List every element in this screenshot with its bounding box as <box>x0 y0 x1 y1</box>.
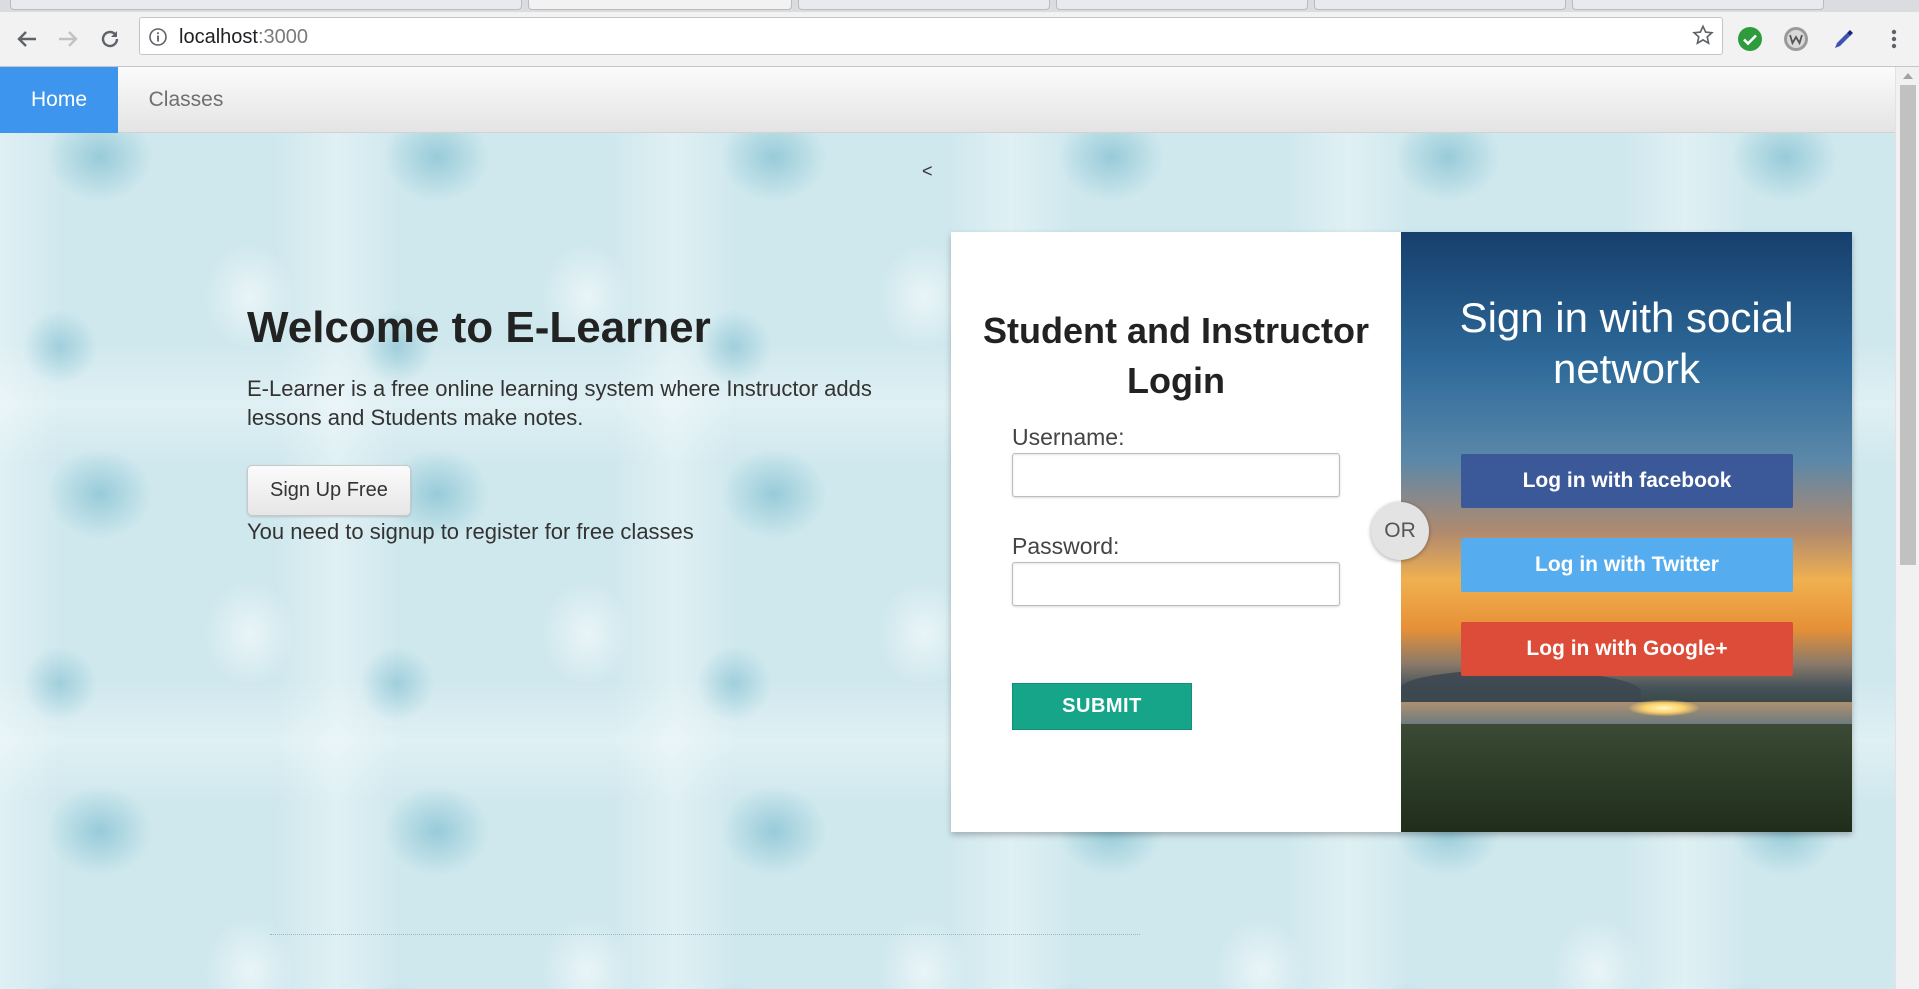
nav-home[interactable]: Home <box>0 67 118 133</box>
landscape-fields <box>1401 724 1852 832</box>
login-title: Student and Instructor Login <box>983 310 1369 401</box>
back-button[interactable] <box>12 24 42 54</box>
check-circle-icon <box>1738 27 1762 51</box>
facebook-login-button[interactable]: Log in with facebook <box>1461 454 1793 508</box>
arrow-right-icon <box>59 31 78 47</box>
arrow-left-icon <box>17 31 36 47</box>
browser-tab[interactable] <box>1056 0 1308 10</box>
browser-tab[interactable] <box>1314 0 1566 10</box>
username-label: Username: <box>1012 424 1125 450</box>
or-divider: OR <box>1371 502 1429 560</box>
reload-button[interactable] <box>95 24 125 54</box>
landscape-sun <box>1629 700 1699 716</box>
stray-character: < <box>922 161 933 181</box>
browser-menu-button[interactable] <box>1879 24 1909 54</box>
footer-divider <box>270 934 1140 935</box>
sign-up-button[interactable]: Sign Up Free <box>247 465 411 517</box>
social-title: Sign in with social network <box>1459 294 1794 392</box>
password-input[interactable] <box>1012 562 1340 606</box>
browser-tab[interactable] <box>10 0 522 10</box>
browser-tab[interactable] <box>1572 0 1824 10</box>
login-card: Student and Instructor Login Username: P… <box>951 232 1852 832</box>
url-text[interactable]: localhost:3000 <box>179 26 308 49</box>
browser-toolbar: localhost:3000 <box>0 12 1919 67</box>
browser-tab[interactable] <box>798 0 1050 10</box>
scroll-up-arrow-icon[interactable] <box>1903 73 1913 79</box>
social-pane: Sign in with social network Log in with … <box>1401 232 1852 832</box>
nav-classes[interactable]: Classes <box>118 67 254 132</box>
username-input[interactable] <box>1012 453 1340 497</box>
url-host: localhost <box>179 26 258 48</box>
page-scrollbar[interactable] <box>1895 67 1919 989</box>
hero-description: E-Learner is a free online learning syst… <box>247 376 872 431</box>
page-viewport: Home Classes < Welcome to E-Learner E-Le… <box>0 67 1895 989</box>
tab-strip <box>0 0 1919 12</box>
address-bar[interactable]: localhost:3000 <box>139 17 1723 55</box>
url-port: :3000 <box>257 26 308 48</box>
reload-icon <box>101 30 119 48</box>
top-navbar: Home Classes <box>0 67 1895 133</box>
info-icon[interactable] <box>148 27 168 52</box>
browser-tab-active[interactable] <box>528 0 792 10</box>
hero-section: Welcome to E-Learner E-Learner is a free… <box>247 303 887 545</box>
w-extension-icon <box>1784 27 1808 51</box>
eyedropper-icon <box>1835 30 1853 48</box>
landscape-lake <box>1401 702 1852 724</box>
forward-button[interactable] <box>53 24 83 54</box>
extension-check[interactable] <box>1735 24 1765 54</box>
password-label: Password: <box>1012 533 1120 559</box>
twitter-login-button[interactable]: Log in with Twitter <box>1461 538 1793 592</box>
star-icon[interactable] <box>1692 24 1714 51</box>
login-pane: Student and Instructor Login Username: P… <box>951 232 1401 832</box>
hero-title: Welcome to E-Learner <box>247 303 711 352</box>
scroll-thumb[interactable] <box>1900 85 1916 565</box>
submit-button[interactable]: SUBMIT <box>1012 683 1192 730</box>
extension-w[interactable] <box>1781 24 1811 54</box>
google-login-button[interactable]: Log in with Google+ <box>1461 622 1793 676</box>
extension-eyedropper[interactable] <box>1829 24 1859 54</box>
signup-note: You need to signup to register for free … <box>247 519 694 545</box>
kebab-menu-icon <box>1891 29 1897 49</box>
